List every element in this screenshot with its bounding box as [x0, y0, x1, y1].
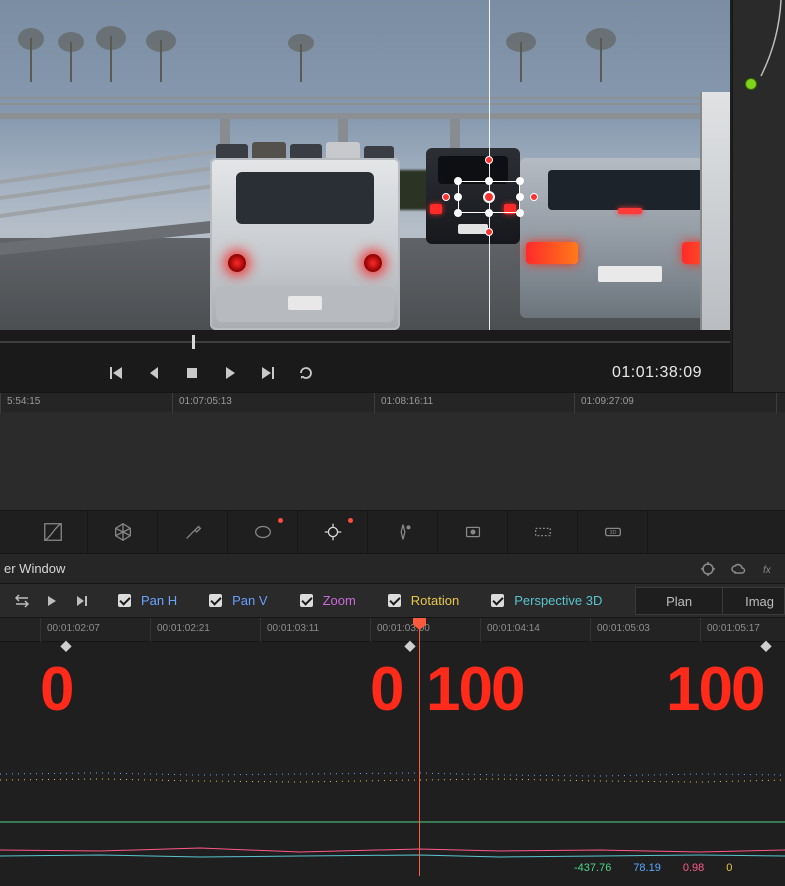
stereo-3d-tool-icon[interactable]: 3D	[578, 510, 648, 554]
ruler-tick: 01:07:05:13	[172, 393, 232, 413]
van-edge	[700, 92, 730, 330]
cloud-tracker-icon[interactable]	[729, 560, 747, 578]
crosshair-icon[interactable]	[699, 560, 717, 578]
viewer-scrubber[interactable]	[0, 330, 730, 354]
curves-tool-icon[interactable]	[18, 510, 88, 554]
viewer-timecode[interactable]: 01:01:38:09	[612, 354, 702, 392]
overlay-number: 0	[370, 654, 402, 725]
tracker-readout: -437.76 78.19 0.98 0	[574, 862, 732, 874]
tracker-curves	[0, 756, 785, 866]
inspector-sidebar	[732, 0, 785, 392]
track-next-frame-button[interactable]	[74, 593, 90, 609]
tracker-graph[interactable]: 00:01:02:07 00:01:02:21 00:01:03:11 00:0…	[0, 618, 785, 876]
magic-mask-tool-icon[interactable]	[368, 510, 438, 554]
go-to-end-button[interactable]	[258, 363, 278, 383]
svg-text:fx: fx	[763, 565, 772, 576]
stop-button[interactable]	[182, 363, 202, 383]
keyframe-icon[interactable]	[60, 641, 71, 652]
window-tool-icon[interactable]	[228, 510, 298, 554]
overlay-number: 100	[666, 654, 763, 725]
panel-title: er Window	[4, 561, 65, 576]
ruler-tick: 01:09:27:09	[574, 393, 634, 413]
rotation-checkbox[interactable]: Rotation	[374, 591, 469, 610]
graph-playhead[interactable]	[419, 618, 420, 876]
qualifier-tool-icon[interactable]	[158, 510, 228, 554]
pan-v-checkbox[interactable]: Pan V	[195, 591, 277, 610]
foreground-vehicle-left	[210, 158, 400, 330]
blur-tool-icon[interactable]	[438, 510, 508, 554]
loop-button[interactable]	[296, 363, 316, 383]
graph-ruler[interactable]: 00:01:02:07 00:01:02:21 00:01:03:11 00:0…	[0, 618, 785, 642]
key-tool-icon[interactable]	[508, 510, 578, 554]
preview-viewer[interactable]	[0, 0, 730, 330]
keyframe-icon[interactable]	[760, 641, 771, 652]
foreground-vehicle-right	[520, 158, 730, 318]
clip-thumbnail-strip[interactable]	[0, 412, 785, 510]
play-button[interactable]	[220, 363, 240, 383]
perspective-3d-checkbox[interactable]: Perspective 3D	[477, 591, 612, 610]
pan-h-checkbox[interactable]: Pan H	[104, 591, 187, 610]
tracker-tool-icon[interactable]	[298, 510, 368, 554]
svg-text:3D: 3D	[609, 530, 616, 536]
zoom-checkbox[interactable]: Zoom	[286, 591, 366, 610]
clip-ruler[interactable]: 5:54:15 01:07:05:13 01:08:16:11 01:09:27…	[0, 392, 785, 412]
track-forward-button[interactable]	[44, 593, 60, 609]
overlay-number: 0	[40, 654, 72, 725]
track-reverse-forward-button[interactable]	[14, 593, 30, 609]
mode-image-button[interactable]: Imag	[723, 587, 785, 615]
step-back-button[interactable]	[144, 363, 164, 383]
mode-plan-button[interactable]: Plan	[635, 587, 723, 615]
keyframe-icon[interactable]	[404, 641, 415, 652]
overlay-number: 100	[426, 654, 523, 725]
fx-icon[interactable]: fx	[759, 560, 777, 578]
curve-node-icon[interactable]	[745, 78, 757, 90]
ruler-tick: 01:08:16:11	[374, 393, 433, 413]
color-tool-row: 3D	[0, 510, 785, 554]
color-warper-tool-icon[interactable]	[88, 510, 158, 554]
ruler-tick: 5:54:15	[0, 393, 40, 413]
tracked-vehicle	[426, 148, 520, 244]
go-to-start-button[interactable]	[106, 363, 126, 383]
